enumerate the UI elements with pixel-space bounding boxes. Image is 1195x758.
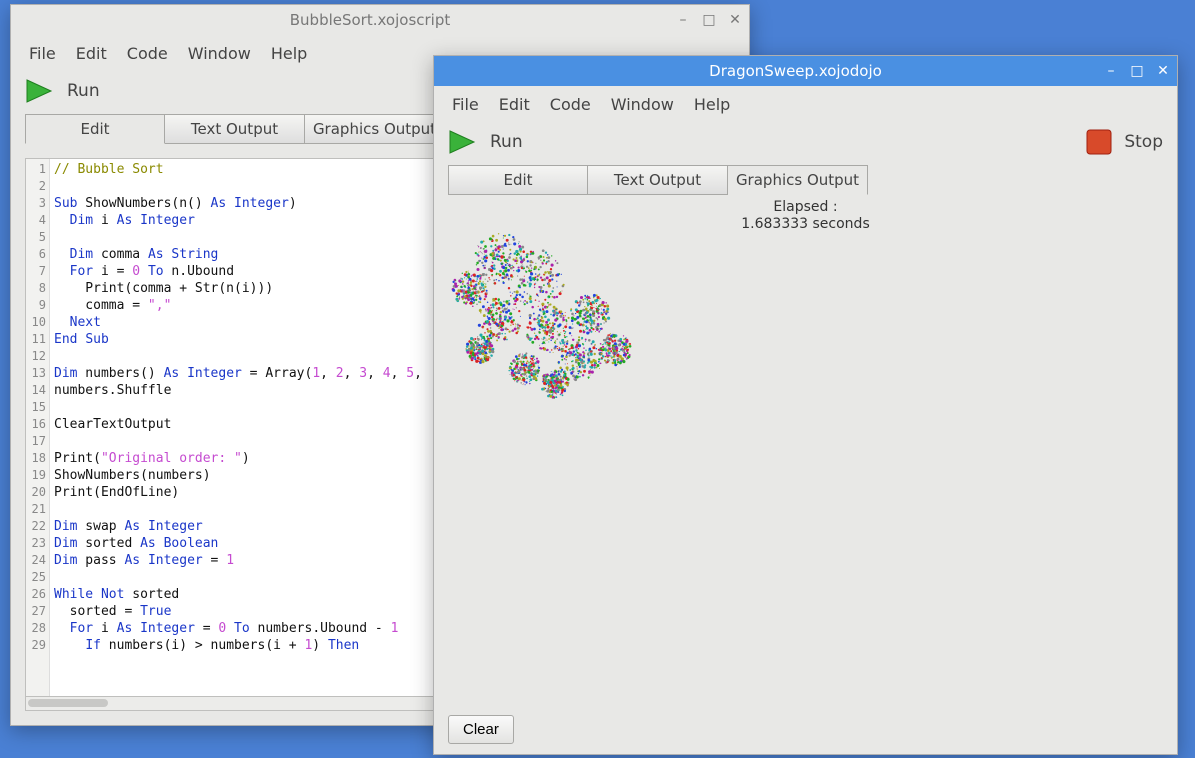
stop-icon[interactable] [1086, 129, 1112, 155]
window-title: DragonSweep.xojodojo [488, 62, 1103, 80]
menu-help[interactable]: Help [263, 41, 315, 66]
stop-button[interactable]: Stop [1124, 132, 1163, 152]
minimize-icon[interactable]: – [1103, 63, 1119, 79]
menubar: FileEditCodeWindowHelp [434, 86, 1177, 123]
toolbar: Run Stop [434, 123, 1177, 165]
menu-code[interactable]: Code [119, 41, 176, 66]
titlebar[interactable]: DragonSweep.xojodojo – □ ✕ [434, 56, 1177, 86]
window-title: BubbleSort.xojoscript [65, 11, 675, 29]
run-button[interactable]: Run [490, 132, 523, 152]
menu-file[interactable]: File [21, 41, 64, 66]
tab-text-output[interactable]: Text Output [165, 114, 305, 144]
tab-edit[interactable]: Edit [448, 165, 588, 195]
run-button[interactable]: Run [67, 81, 100, 101]
close-icon[interactable]: ✕ [727, 12, 743, 28]
menu-window[interactable]: Window [603, 92, 682, 117]
menu-edit[interactable]: Edit [68, 41, 115, 66]
maximize-icon[interactable]: □ [1129, 63, 1145, 79]
menu-window[interactable]: Window [180, 41, 259, 66]
menu-file[interactable]: File [444, 92, 487, 117]
tab-edit[interactable]: Edit [25, 114, 165, 144]
menu-code[interactable]: Code [542, 92, 599, 117]
tab-graphics-output[interactable]: Graphics Output [305, 114, 445, 144]
graphics-canvas [448, 201, 1163, 709]
tab-text-output[interactable]: Text Output [588, 165, 728, 195]
clear-button[interactable]: Clear [448, 715, 514, 744]
run-icon[interactable] [448, 129, 478, 155]
tabbar: EditText OutputGraphics Output [434, 165, 1177, 195]
minimize-icon[interactable]: – [675, 12, 691, 28]
maximize-icon[interactable]: □ [701, 12, 717, 28]
titlebar[interactable]: BubbleSort.xojoscript – □ ✕ [11, 5, 749, 35]
close-icon[interactable]: ✕ [1155, 63, 1171, 79]
run-icon[interactable] [25, 78, 55, 104]
menu-help[interactable]: Help [686, 92, 738, 117]
window-dragonsweep[interactable]: DragonSweep.xojodojo – □ ✕ FileEditCodeW… [433, 55, 1178, 755]
menu-edit[interactable]: Edit [491, 92, 538, 117]
tab-graphics-output[interactable]: Graphics Output [728, 165, 868, 195]
